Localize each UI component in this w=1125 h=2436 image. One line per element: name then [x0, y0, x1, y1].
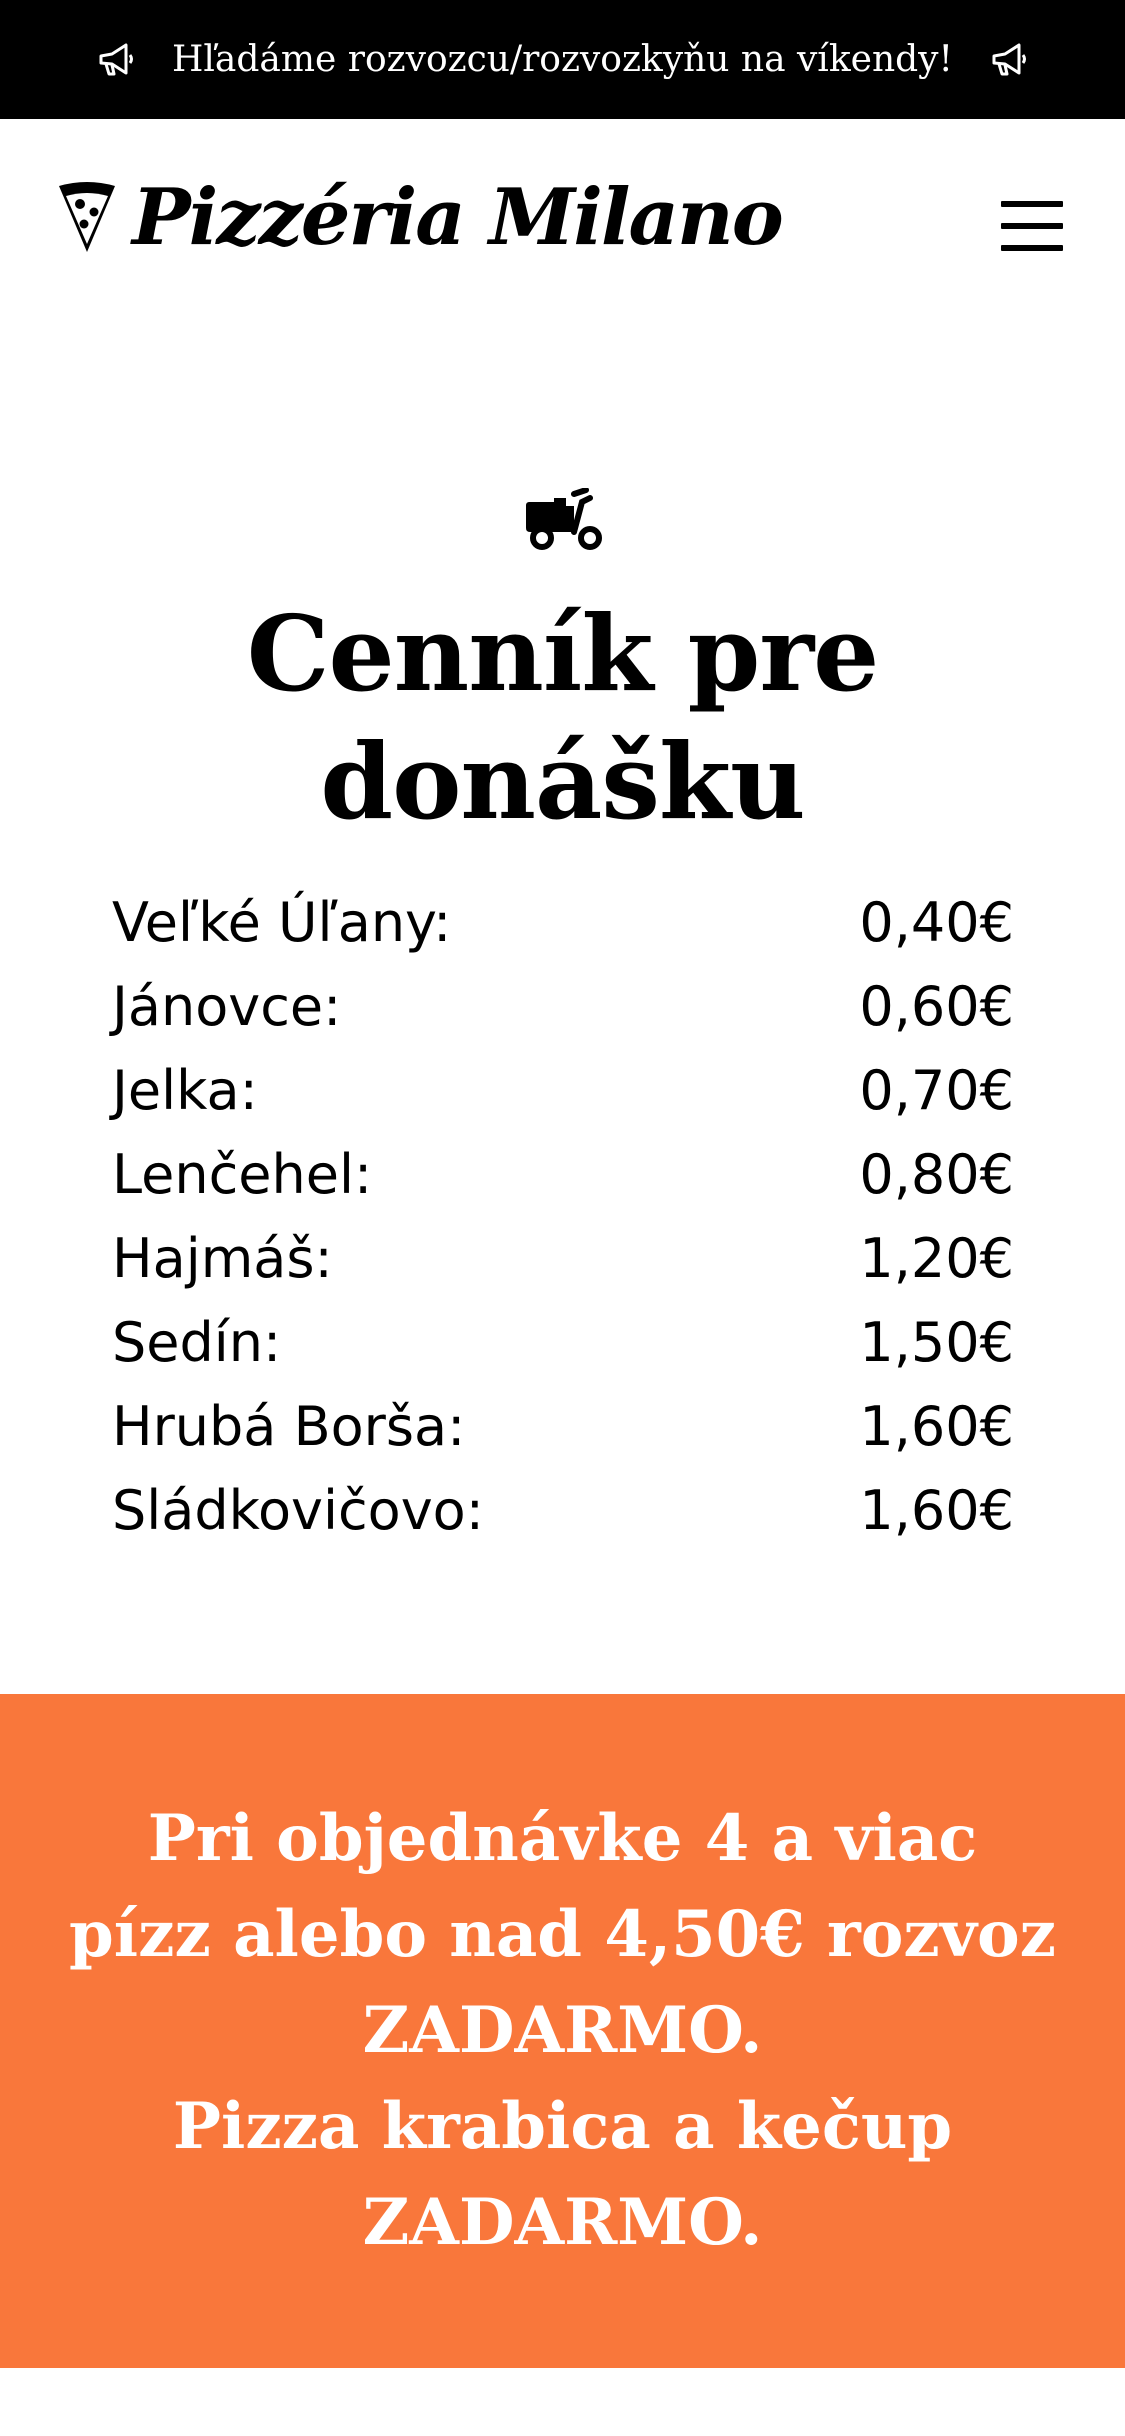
title-line: donášku	[320, 720, 805, 843]
title-line: Cenník pre	[246, 592, 880, 715]
price-row: Hajmáš: 1,20€	[112, 1216, 1014, 1300]
scooter-icon	[526, 488, 602, 550]
promo-line: ZADARMO.	[362, 1993, 763, 2068]
megaphone-icon	[99, 43, 134, 75]
place-name: Sedín:	[112, 1310, 282, 1374]
menu-bar	[1001, 201, 1063, 207]
site-header: Pizzéria Milano	[0, 119, 1125, 339]
promo-line: Pri objednávke 4 a viac	[147, 1801, 978, 1876]
delivery-price: 0,70€	[859, 1058, 1014, 1122]
delivery-price: 1,60€	[859, 1394, 1014, 1458]
delivery-price: 1,60€	[859, 1478, 1014, 1542]
place-name: Jánovce:	[112, 974, 342, 1038]
price-row: Sedín: 1,50€	[112, 1300, 1014, 1384]
price-row: Jelka: 0,70€	[112, 1048, 1014, 1132]
delivery-price: 1,50€	[859, 1310, 1014, 1374]
announcement-bar: Hľadáme rozvozcu/rozvozkyňu na víkendy!	[0, 0, 1125, 119]
menu-bar	[1001, 223, 1063, 229]
pizza-slice-icon	[59, 182, 115, 252]
price-row: Sládkovičovo: 1,60€	[112, 1468, 1014, 1552]
delivery-price: 0,40€	[859, 890, 1014, 954]
place-name: Jelka:	[112, 1058, 258, 1122]
delivery-pricing-title: Cenník pre donášku	[0, 590, 1125, 846]
delivery-price: 1,20€	[859, 1226, 1014, 1290]
promo-line: Pizza krabica a kečup	[172, 2089, 953, 2164]
delivery-price: 0,60€	[859, 974, 1014, 1038]
announcement-text: Hľadáme rozvozcu/rozvozkyňu na víkendy!	[172, 39, 953, 80]
site-logo[interactable]: Pizzéria Milano	[56, 172, 784, 263]
place-name: Hrubá Borša:	[112, 1394, 466, 1458]
place-name: Hajmáš:	[112, 1226, 333, 1290]
free-delivery-banner: Pri objednávke 4 a viac pízz alebo nad 4…	[0, 1694, 1125, 2368]
menu-bar	[1001, 245, 1063, 251]
price-row: Jánovce: 0,60€	[112, 964, 1014, 1048]
logo-text: Pizzéria Milano	[132, 172, 784, 263]
megaphone-icon	[992, 43, 1026, 75]
price-row: Hrubá Borša: 1,60€	[112, 1384, 1014, 1468]
hamburger-menu-icon[interactable]	[1001, 201, 1063, 251]
place-name: Sládkovičovo:	[112, 1478, 484, 1542]
price-row: Lenčehel: 0,80€	[112, 1132, 1014, 1216]
delivery-price: 0,80€	[859, 1142, 1014, 1206]
price-row: Veľké Úľany: 0,40€	[112, 880, 1014, 964]
place-name: Veľké Úľany:	[112, 890, 452, 954]
promo-line: ZADARMO.	[362, 2185, 763, 2260]
promo-line: pízz alebo nad 4,50€ rozvoz	[69, 1897, 1056, 1972]
place-name: Lenčehel:	[112, 1142, 373, 1206]
delivery-price-list: Veľké Úľany: 0,40€ Jánovce: 0,60€ Jelka:…	[112, 880, 1014, 1552]
